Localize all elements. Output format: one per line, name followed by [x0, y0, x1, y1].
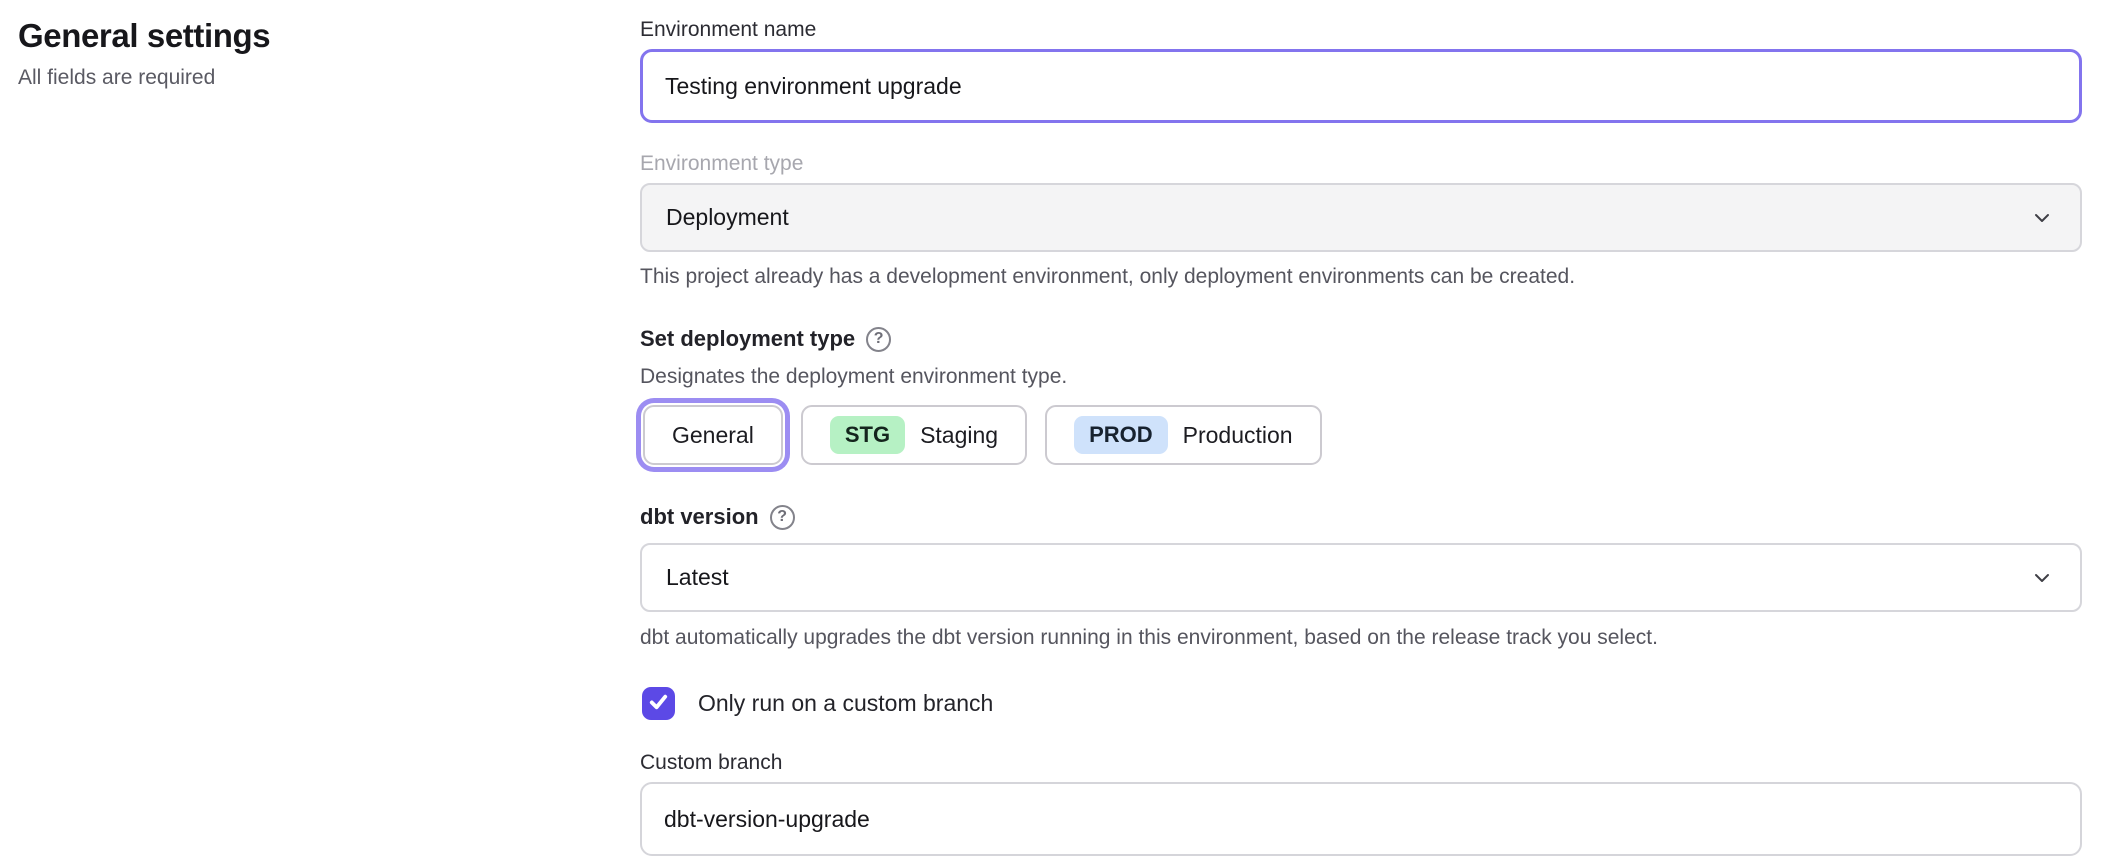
deployment-type-options: General STG Staging PROD Production	[643, 405, 2082, 465]
settings-header-panel: General settings All fields are required	[0, 0, 640, 864]
custom-branch-checkbox[interactable]	[642, 687, 675, 720]
checkmark-icon	[647, 690, 670, 718]
deployment-type-description: Designates the deployment environment ty…	[640, 363, 2082, 391]
chevron-down-icon	[2030, 206, 2054, 230]
option-staging-button[interactable]: STG Staging	[801, 405, 1027, 465]
option-production-label: Production	[1183, 422, 1293, 449]
custom-branch-checkbox-label[interactable]: Only run on a custom branch	[698, 690, 993, 717]
dbt-version-label: dbt version ?	[640, 502, 2082, 532]
dbt-version-field: dbt version ? Latest dbt automatically u…	[640, 502, 2082, 652]
option-production-button[interactable]: PROD Production	[1045, 405, 1322, 465]
settings-form: Environment name Environment type Deploy…	[640, 0, 2082, 864]
environment-settings-page: General settings All fields are required…	[0, 0, 2116, 864]
environment-name-input[interactable]	[640, 49, 2082, 123]
deployment-type-label-text: Set deployment type	[640, 324, 855, 354]
custom-branch-label: Custom branch	[640, 749, 2082, 777]
environment-type-value: Deployment	[666, 204, 789, 231]
option-staging-label: Staging	[920, 422, 998, 449]
environment-type-select[interactable]: Deployment	[640, 183, 2082, 252]
production-badge: PROD	[1074, 416, 1168, 454]
dbt-version-label-text: dbt version	[640, 502, 759, 532]
help-icon[interactable]: ?	[866, 327, 891, 352]
option-general-label: General	[672, 422, 754, 449]
deployment-type-field: Set deployment type ? Designates the dep…	[640, 324, 2082, 465]
help-icon[interactable]: ?	[770, 505, 795, 530]
custom-branch-input[interactable]	[640, 782, 2082, 856]
dbt-version-helper: dbt automatically upgrades the dbt versi…	[640, 624, 2082, 652]
page-subtitle: All fields are required	[18, 65, 640, 91]
custom-branch-field: Custom branch	[640, 749, 2082, 856]
custom-branch-checkbox-row: Only run on a custom branch	[642, 687, 2082, 720]
deployment-type-label: Set deployment type ?	[640, 324, 2082, 354]
option-general-button[interactable]: General	[643, 405, 783, 465]
dbt-version-select[interactable]: Latest	[640, 543, 2082, 612]
environment-name-field: Environment name	[640, 16, 2082, 123]
staging-badge: STG	[830, 416, 905, 454]
chevron-down-icon	[2030, 566, 2054, 590]
environment-type-label: Environment type	[640, 150, 2082, 178]
page-title: General settings	[18, 16, 640, 56]
dbt-version-value: Latest	[666, 564, 729, 591]
environment-type-helper: This project already has a development e…	[640, 263, 2082, 291]
environment-type-field: Environment type Deployment This project…	[640, 150, 2082, 291]
environment-name-label: Environment name	[640, 16, 2082, 44]
